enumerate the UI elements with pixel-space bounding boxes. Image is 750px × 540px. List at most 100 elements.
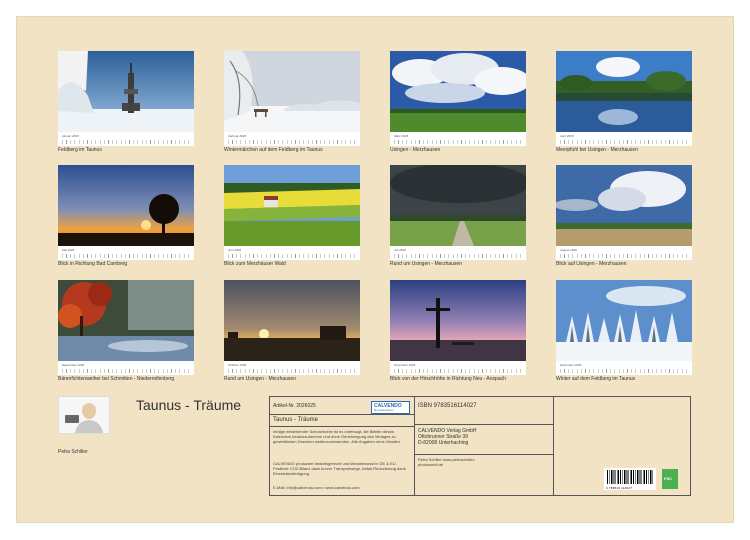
author-name: Petra Schiller bbox=[58, 449, 88, 455]
divider bbox=[270, 426, 414, 427]
month-calendar-strip: August 2026 bbox=[556, 246, 692, 260]
month-thumbnail: September 2026 Bärenfichtenweiher bei Sch… bbox=[58, 280, 194, 382]
day-grid bbox=[62, 369, 191, 373]
photo-caption: Rund um Usingen - Merzhausen bbox=[390, 261, 462, 267]
month-photo bbox=[224, 165, 360, 246]
month-photo bbox=[58, 51, 194, 132]
calvendo-logo: CALVENDO Ein Unternehmen bbox=[371, 401, 410, 414]
month-label: Mai 2026 bbox=[62, 248, 75, 252]
info-column-product: Artikel-Nr. 2026025 CALVENDO Ein Unterne… bbox=[270, 397, 415, 495]
month-thumbnail: April 2026 Meerpfuhl bei Usingen - Merzha… bbox=[556, 51, 692, 153]
production-notice: CALVENDO produziert bedarfsgerecht und k… bbox=[273, 461, 406, 476]
month-calendar-strip: März 2026 bbox=[390, 132, 526, 146]
barcode-number: 9 783516 114027 bbox=[606, 486, 633, 490]
month-thumbnail: Mai 2026 Blick in Richtung Bad Camberg bbox=[58, 165, 194, 267]
photo-caption: Meerpfuhl bei Usingen - Merzhausen bbox=[556, 147, 638, 153]
photo-caption: Blick in Richtung Bad Camberg bbox=[58, 261, 128, 267]
month-calendar-strip: Juni 2026 bbox=[224, 246, 360, 260]
copyright-notice: Infolge bestehender Schutzrechte ist es … bbox=[273, 429, 401, 444]
month-calendar-strip: Oktober 2026 bbox=[224, 361, 360, 375]
month-label: Juni 2026 bbox=[228, 248, 242, 252]
month-calendar-strip: Mai 2026 bbox=[58, 246, 194, 260]
photo-caption: Bärenfichtenweiher bei Schmitten - Niede… bbox=[58, 376, 175, 382]
calvendo-logo-subtext: Ein Unternehmen bbox=[374, 409, 394, 412]
month-calendar-strip: November 2026 bbox=[390, 361, 526, 375]
photo-caption: Usingen - Merzhausen bbox=[390, 147, 441, 153]
day-grid bbox=[228, 254, 357, 258]
month-photo bbox=[390, 51, 526, 132]
month-photo bbox=[390, 165, 526, 246]
day-grid bbox=[394, 254, 523, 258]
month-thumbnail: Oktober 2026 Rund um Usingen - Merzhausen bbox=[224, 280, 360, 382]
day-grid bbox=[560, 140, 689, 144]
divider bbox=[415, 454, 553, 455]
ean-barcode: 9 783516 114027 bbox=[604, 468, 656, 490]
month-label: April 2026 bbox=[560, 134, 574, 138]
photo-caption: Winter auf dem Feldberg im Taunus bbox=[556, 376, 636, 382]
month-label: März 2026 bbox=[394, 134, 409, 138]
month-photo bbox=[556, 280, 692, 361]
month-label: Oktober 2026 bbox=[228, 363, 247, 367]
product-title: Taunus - Träume bbox=[273, 417, 319, 423]
publisher-city: D-82008 Unterhaching bbox=[418, 440, 469, 446]
month-thumbnail: März 2026 Usingen - Merzhausen bbox=[390, 51, 526, 153]
day-grid bbox=[228, 369, 357, 373]
photo-caption: Blick von der Hirschhöhe in Richtung Neu… bbox=[390, 376, 506, 382]
contact-line: E-Mail: info@calvendo.com • www.calvendo… bbox=[273, 485, 360, 490]
day-grid bbox=[62, 140, 191, 144]
month-thumbnail: August 2026 Blick auf Usingen - Merzhause… bbox=[556, 165, 692, 267]
month-thumbnail: Dezember 2026 Winter auf dem Feldberg im … bbox=[556, 280, 692, 382]
month-calendar-strip: Januar 2026 bbox=[58, 132, 194, 146]
month-label: Januar 2026 bbox=[62, 134, 79, 138]
month-label: September 2026 bbox=[62, 363, 85, 367]
barcode-bars bbox=[607, 470, 653, 484]
article-number: Artikel-Nr. 2026025 bbox=[273, 403, 316, 409]
publisher-info-box: Artikel-Nr. 2026025 CALVENDO Ein Unterne… bbox=[269, 396, 691, 496]
month-photo bbox=[390, 280, 526, 361]
month-photo bbox=[224, 51, 360, 132]
month-thumbnail: Februar 2026 Wintermärchen auf dem Feldbe… bbox=[224, 51, 360, 153]
divider bbox=[270, 414, 414, 415]
month-label: August 2026 bbox=[560, 248, 577, 252]
day-grid bbox=[394, 140, 523, 144]
month-calendar-strip: September 2026 bbox=[58, 361, 194, 375]
day-grid bbox=[560, 369, 689, 373]
day-grid bbox=[560, 254, 689, 258]
day-grid bbox=[394, 369, 523, 373]
month-calendar-strip: Februar 2026 bbox=[224, 132, 360, 146]
info-column-publisher: ISBN 9783516114027 CALVENDO Verlag GmbH … bbox=[415, 397, 554, 495]
month-label: Dezember 2026 bbox=[560, 363, 582, 367]
photo-caption: Wintermärchen auf dem Feldberg im Taunus bbox=[224, 147, 323, 153]
divider bbox=[415, 424, 553, 425]
month-photo bbox=[58, 165, 194, 246]
month-photo bbox=[556, 51, 692, 132]
calendar-title: Taunus - Träume bbox=[136, 397, 242, 413]
month-thumbnail: Januar 2026 Feldberg im Taunus bbox=[58, 51, 194, 153]
fsc-logo-text: FSC bbox=[664, 476, 672, 481]
publisher-address: CALVENDO Verlag GmbH Ottobrunner Straße … bbox=[418, 428, 477, 446]
info-column-codes: 9 783516 114027 FSC bbox=[554, 397, 690, 495]
photo-caption: Blick auf Usingen - Merzhausen bbox=[556, 261, 627, 267]
month-photo bbox=[224, 280, 360, 361]
month-photo bbox=[58, 280, 194, 361]
photo-caption: Rund um Usingen - Merzhausen bbox=[224, 376, 296, 382]
photo-caption: Feldberg im Taunus bbox=[58, 147, 102, 153]
author-portrait bbox=[58, 396, 110, 434]
month-label: November 2026 bbox=[394, 363, 416, 367]
month-photo bbox=[556, 165, 692, 246]
isbn: ISBN 9783516114027 bbox=[418, 403, 477, 409]
photo-caption: Blick zum Merzhäuser Wald bbox=[224, 261, 286, 267]
month-calendar-strip: Juli 2026 bbox=[390, 246, 526, 260]
month-thumbnail: Juni 2026 Blick zum Merzhäuser Wald bbox=[224, 165, 360, 267]
owner-line-2: photoworld.de bbox=[418, 462, 444, 467]
month-calendar-strip: April 2026 bbox=[556, 132, 692, 146]
month-calendar-strip: Dezember 2026 bbox=[556, 361, 692, 375]
day-grid bbox=[62, 254, 191, 258]
fsc-logo: FSC bbox=[662, 469, 678, 489]
month-label: Februar 2026 bbox=[228, 134, 247, 138]
copyright-owner: Petra Schiller www.petraschiller- photow… bbox=[418, 457, 548, 467]
month-label: Juli 2026 bbox=[394, 248, 407, 252]
day-grid bbox=[228, 140, 357, 144]
month-thumbnail: Juli 2026 Rund um Usingen - Merzhausen bbox=[390, 165, 526, 267]
month-thumbnail: November 2026 Blick von der Hirschhöhe in… bbox=[390, 280, 526, 382]
